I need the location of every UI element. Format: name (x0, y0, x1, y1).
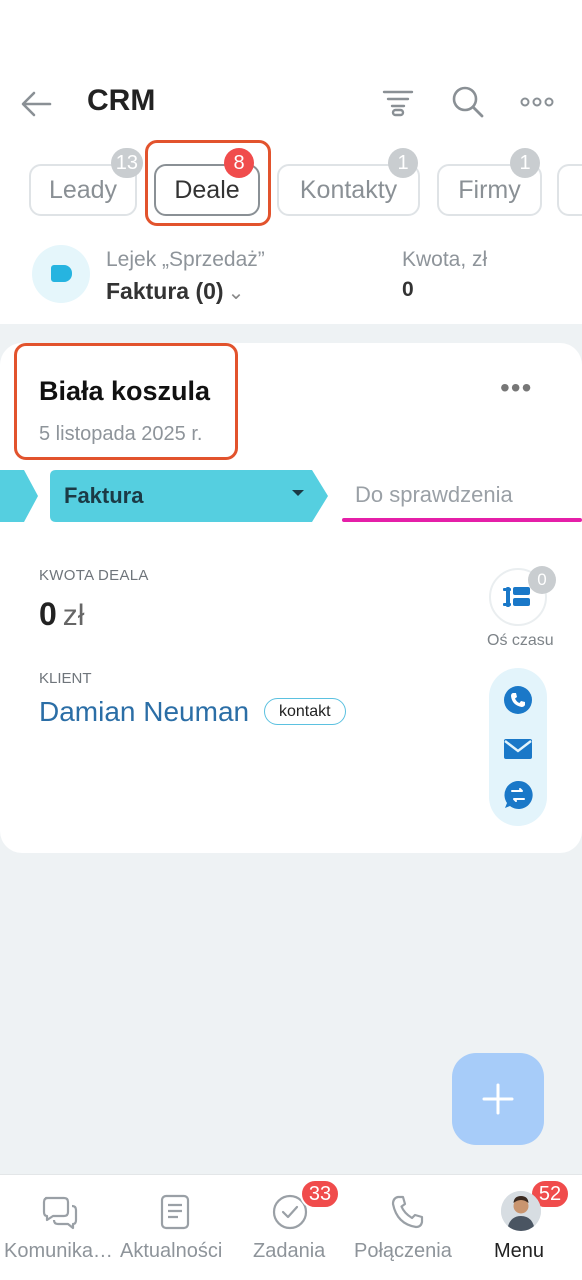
nav-label: Komunika… (4, 1240, 113, 1262)
card-more-icon[interactable]: ••• (500, 372, 532, 404)
back-arrow-icon[interactable] (18, 86, 54, 122)
chat-icon[interactable] (503, 780, 533, 810)
amount-value: 0 (402, 278, 414, 301)
nav-polaczenia[interactable]: Połączenia (346, 1174, 468, 1280)
timeline-label: Oś czasu (487, 632, 554, 649)
avatar-image (501, 1191, 541, 1231)
nav-zadania[interactable]: Zadania 33 (236, 1174, 346, 1280)
client-label: KLIENT (39, 670, 92, 687)
deal-amount-value: 0 (39, 596, 57, 632)
page-title: CRM (87, 84, 156, 117)
tasks-badge: 33 (300, 1179, 340, 1209)
filter-icon[interactable] (380, 84, 416, 120)
plus-icon (482, 1083, 514, 1115)
tab-count-badge: 13 (110, 148, 143, 178)
deal-amount-currency: zł (62, 599, 85, 632)
nav-aktualnosci[interactable]: Aktualności (118, 1174, 236, 1280)
nav-label: Menu (494, 1240, 545, 1262)
tab-count-badge: 1 (388, 148, 418, 178)
tab-firmy[interactable]: Firmy 1 (437, 148, 542, 216)
tab-label: Leady (48, 175, 118, 204)
funnel-label: Lejek „Sprzedaż” (106, 248, 265, 271)
tab-count-badge: 1 (510, 148, 540, 178)
email-icon[interactable] (503, 734, 533, 764)
chevron-down-icon: ⌄ (227, 282, 245, 304)
tab-label: Firmy (458, 175, 521, 204)
nav-label: Aktualności (120, 1240, 223, 1262)
current-stage-label: Faktura (64, 483, 144, 508)
tab-kontakty[interactable]: Kontakty 1 (277, 148, 420, 216)
news-icon (160, 1194, 190, 1230)
next-stage-indicator (342, 518, 582, 522)
avatar[interactable] (501, 1191, 541, 1231)
deal-amount-label: KWOTA DEALA (39, 567, 149, 584)
amount-label: Kwota, zł (402, 248, 488, 271)
next-stage-label[interactable]: Do sprawdzenia (355, 482, 513, 508)
deal-amount: 0 zł (39, 596, 84, 633)
timeline-count-badge: 0 (528, 566, 556, 594)
client-name-link[interactable]: Damian Neuman (39, 696, 249, 728)
more-icon[interactable] (519, 84, 555, 120)
phone-icon[interactable] (503, 685, 533, 715)
funnel-value: Faktura (0) (106, 278, 224, 304)
tab-leady[interactable]: Leady 13 (29, 148, 143, 216)
search-icon[interactable] (450, 84, 486, 120)
deal-title[interactable]: Biała koszula (39, 376, 210, 407)
funnel-selector[interactable]: Faktura (0) ⌄ (106, 278, 244, 305)
tab-more-partial[interactable] (557, 164, 582, 216)
nav-label: Połączenia (354, 1240, 452, 1262)
deal-date: 5 listopada 2025 r. (39, 423, 203, 445)
tab-label: Deale (174, 175, 240, 204)
tab-label: Kontakty (299, 175, 398, 204)
nav-komunikator[interactable]: Komunika… (0, 1174, 118, 1280)
caret-down-icon (292, 490, 304, 496)
tab-count-badge: 8 (224, 148, 254, 178)
add-button[interactable] (452, 1053, 544, 1145)
nav-label: Zadania (253, 1240, 326, 1262)
funnel-tag-icon (32, 245, 90, 303)
previous-stage-arrow[interactable] (0, 470, 38, 522)
chat-icon (42, 1196, 78, 1230)
phone-icon (391, 1195, 424, 1229)
tab-deale[interactable]: Deale 8 (154, 148, 260, 216)
client-type-badge: kontakt (264, 698, 346, 725)
